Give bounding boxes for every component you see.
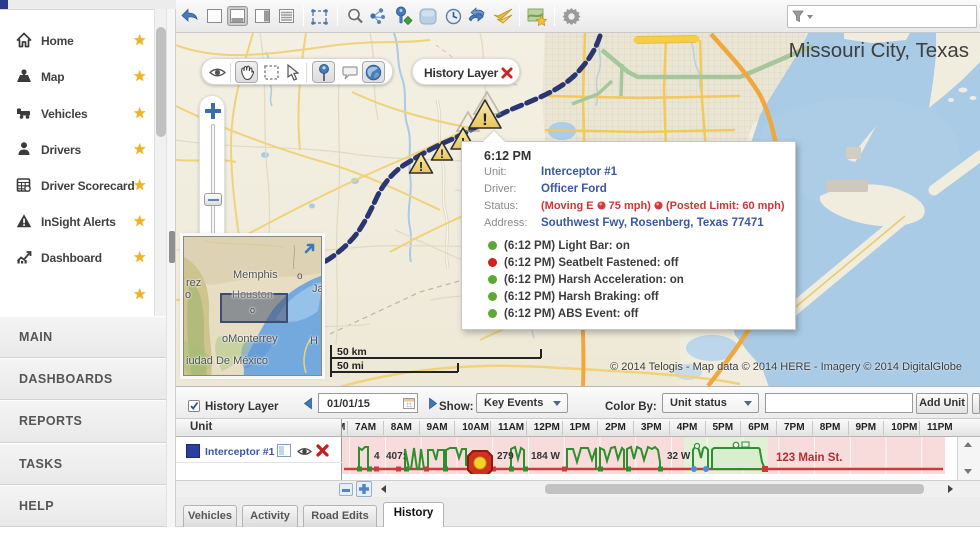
- svg-text:32 W: 32 W: [667, 451, 691, 462]
- svg-text:123 Main St.: 123 Main St.: [776, 452, 842, 464]
- svg-text:50 mi: 50 mi: [337, 360, 364, 372]
- svg-text:!: !: [440, 147, 444, 161]
- svg-text:407:: 407:: [386, 451, 406, 462]
- svg-text:Missouri City, Texas: Missouri City, Texas: [789, 39, 969, 62]
- svg-text:184 W: 184 W: [531, 451, 560, 462]
- svg-text:!: !: [419, 159, 423, 174]
- svg-text:© 2014 Telogis - Map data © 20: © 2014 Telogis - Map data © 2014 HERE - …: [610, 361, 962, 373]
- svg-text:279: 279: [497, 451, 514, 462]
- svg-text:50 km: 50 km: [337, 346, 367, 358]
- svg-text:4: 4: [374, 451, 380, 462]
- svg-text:!: !: [482, 110, 488, 129]
